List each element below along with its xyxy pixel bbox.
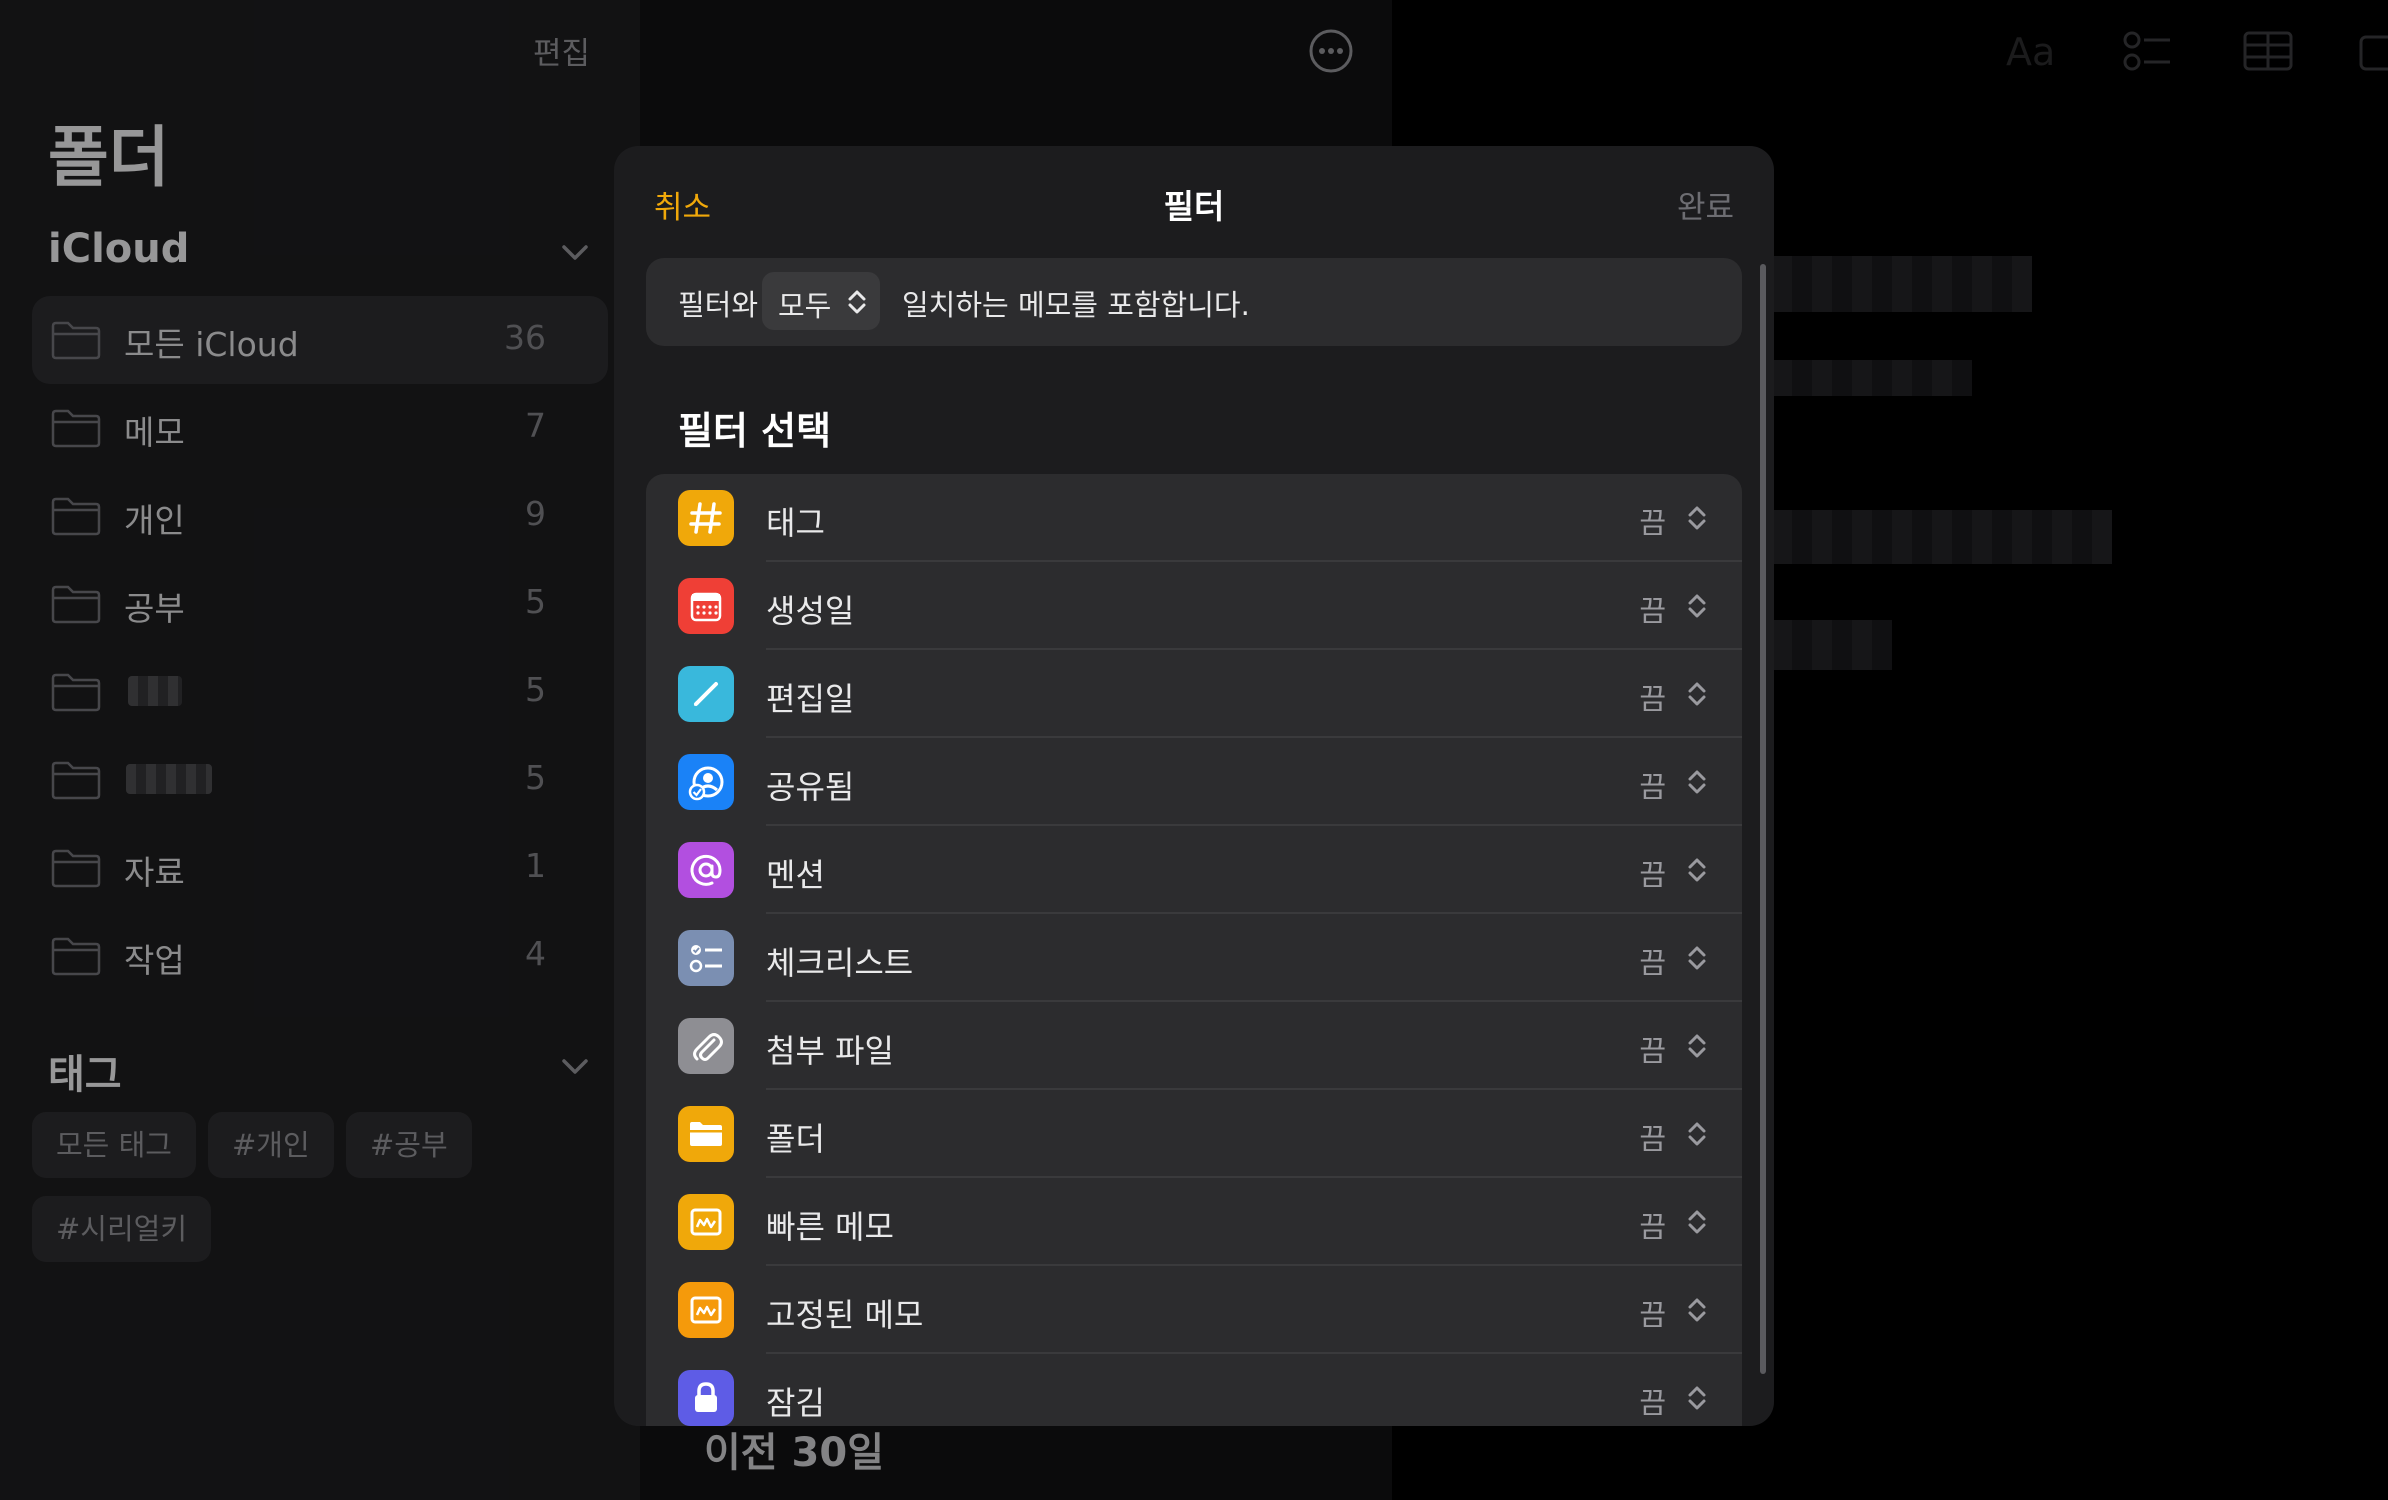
up-down-chevron-icon — [1688, 682, 1706, 706]
filter-row-pinned-note[interactable]: 고정된 메모 끔 — [646, 1266, 1742, 1354]
filter-state: 끔 — [1639, 506, 1666, 540]
match-mode-value: 모두 — [778, 289, 832, 323]
filter-row-quick-note[interactable]: 빠른 메모 끔 — [646, 1178, 1742, 1266]
filter-label: 고정된 메모 — [766, 1296, 924, 1334]
filter-row-attachments[interactable]: 첨부 파일 끔 — [646, 1002, 1742, 1090]
match-mode-row: 필터와 모두 일치하는 메모를 포함합니다. — [646, 258, 1742, 346]
up-down-chevron-icon — [1688, 1386, 1706, 1410]
up-down-chevron-icon — [1688, 594, 1706, 618]
filter-label: 멘션 — [766, 856, 825, 894]
filter-state: 끔 — [1639, 682, 1666, 716]
up-down-chevron-icon — [1688, 1122, 1706, 1146]
quick-note-icon — [678, 1194, 734, 1250]
filter-label: 공유됨 — [766, 768, 855, 806]
at-sign-icon — [678, 842, 734, 898]
filter-row-checklist[interactable]: 체크리스트 끔 — [646, 914, 1742, 1002]
filter-state: 끔 — [1639, 770, 1666, 804]
filter-label: 편집일 — [766, 680, 855, 718]
lock-icon — [678, 1370, 734, 1426]
filter-list: 태그 끔 생성일 끔 편집일 끔 공유됨 끔 멘션 끔 체크리스트 끔 첨부 파… — [646, 474, 1742, 1426]
filter-row-created-date[interactable]: 생성일 끔 — [646, 562, 1742, 650]
filter-sheet: 취소 필터 완료 필터와 모두 일치하는 메모를 포함합니다. 필터 선택 태그… — [614, 146, 1774, 1426]
filter-label: 폴더 — [766, 1120, 825, 1158]
done-button[interactable]: 완료 — [1677, 182, 1734, 227]
sheet-title: 필터 — [1163, 187, 1225, 226]
up-down-chevron-icon — [1688, 506, 1706, 530]
up-down-chevron-icon — [1688, 1034, 1706, 1058]
filter-state: 끔 — [1639, 1298, 1666, 1332]
pinned-note-icon — [678, 1282, 734, 1338]
filter-state: 끔 — [1639, 946, 1666, 980]
up-down-chevron-icon — [1688, 770, 1706, 794]
filter-row-tags[interactable]: 태그 끔 — [646, 474, 1742, 562]
match-mode-popup[interactable]: 모두 — [762, 272, 880, 330]
paperclip-icon — [678, 1018, 734, 1074]
up-down-chevron-icon — [1688, 1210, 1706, 1234]
match-suffix: 일치하는 메모를 포함합니다. — [902, 288, 1250, 322]
filter-state: 끔 — [1639, 594, 1666, 628]
calendar-icon — [678, 578, 734, 634]
filter-row-shared[interactable]: 공유됨 끔 — [646, 738, 1742, 826]
filter-label: 체크리스트 — [766, 944, 914, 982]
folder-icon — [678, 1106, 734, 1162]
up-down-chevron-icon — [1688, 1298, 1706, 1322]
filter-state: 끔 — [1639, 1122, 1666, 1156]
filter-label: 빠른 메모 — [766, 1208, 894, 1246]
filter-state: 끔 — [1639, 1386, 1666, 1420]
filter-row-folders[interactable]: 폴더 끔 — [646, 1090, 1742, 1178]
up-down-chevron-icon — [848, 290, 866, 314]
up-down-chevron-icon — [1688, 946, 1706, 970]
filter-state: 끔 — [1639, 1210, 1666, 1244]
filter-label: 잠김 — [766, 1384, 825, 1422]
hashtag-icon — [678, 490, 734, 546]
scrollbar[interactable] — [1760, 264, 1766, 1374]
checklist-icon — [678, 930, 734, 986]
match-prefix: 필터와 — [678, 288, 759, 322]
filter-state: 끔 — [1639, 858, 1666, 892]
filter-section-title: 필터 선택 — [678, 409, 832, 453]
shared-person-icon — [678, 754, 734, 810]
filter-row-edited-date[interactable]: 편집일 끔 — [646, 650, 1742, 738]
filter-row-mention[interactable]: 멘션 끔 — [646, 826, 1742, 914]
filter-state: 끔 — [1639, 1034, 1666, 1068]
filter-label: 첨부 파일 — [766, 1032, 894, 1070]
filter-label: 태그 — [766, 504, 825, 542]
filter-label: 생성일 — [766, 592, 855, 630]
filter-row-locked[interactable]: 잠김 끔 — [646, 1354, 1742, 1426]
up-down-chevron-icon — [1688, 858, 1706, 882]
pencil-icon — [678, 666, 734, 722]
